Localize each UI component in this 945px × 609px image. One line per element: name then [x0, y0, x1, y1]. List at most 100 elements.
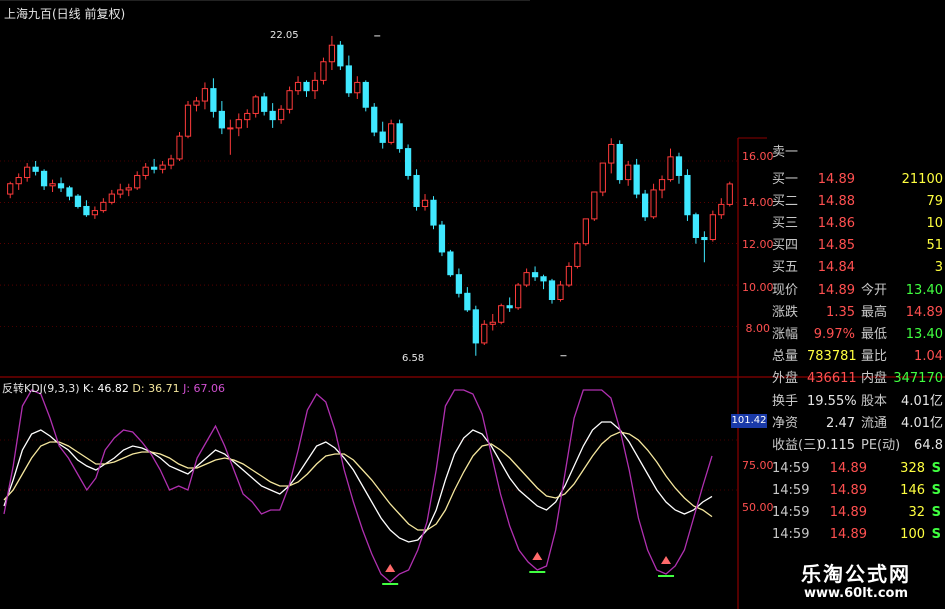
- tick-time: 14:59: [772, 483, 810, 498]
- buy-row[interactable]: 买五 14.84 3: [767, 257, 945, 279]
- fund-value: 19.55%: [807, 394, 857, 409]
- candle-body: [362, 81, 369, 108]
- stat-value: 1.35: [826, 305, 855, 320]
- candle-body: [489, 321, 496, 325]
- stat-label: 最高: [861, 305, 888, 320]
- candle-body: [184, 104, 192, 137]
- candle-body: [303, 81, 310, 92]
- candle-body: [159, 164, 166, 170]
- y-tick-12: 12.00: [742, 238, 774, 251]
- sell-one-row[interactable]: 卖一: [767, 142, 945, 164]
- candle-body: [235, 119, 242, 129]
- candle-body: [108, 193, 115, 203]
- stat-value: 14.89: [905, 305, 943, 320]
- stat-value: 13.40: [905, 327, 943, 342]
- stat-row: 涨跌 1.35 最高 14.89: [767, 302, 945, 324]
- candle-body: [599, 162, 606, 193]
- candle-body: [337, 44, 344, 67]
- tick-price: 14.89: [829, 461, 867, 476]
- candle-body: [472, 309, 479, 344]
- stat-value: 9.97%: [813, 327, 855, 342]
- buy-label: 买三: [772, 216, 799, 231]
- stat-label: 最低: [861, 327, 888, 342]
- candle-body: [201, 88, 209, 102]
- candle-body: [286, 90, 293, 110]
- candle-body: [447, 251, 454, 276]
- candle-body: [675, 156, 683, 176]
- fund-value: 0.115: [817, 438, 855, 453]
- candle-body: [294, 81, 302, 92]
- buy-row[interactable]: 买四 14.85 51: [767, 235, 945, 257]
- candle-body: [557, 284, 564, 301]
- fund-label: 流通: [861, 416, 888, 431]
- candle-body: [388, 123, 395, 143]
- tick-row[interactable]: 14:59 14.89 328 S: [767, 458, 945, 480]
- kdj-tick-50: 50.00: [742, 501, 774, 514]
- fund-row: 换手 19.55% 股本 4.01亿: [767, 391, 945, 413]
- candle-body: [125, 187, 132, 191]
- candlestick-series[interactable]: [7, 35, 733, 357]
- signal-markers: [382, 552, 675, 585]
- tick-flag: S: [931, 527, 941, 542]
- buy-row[interactable]: 买一 14.89 21100: [767, 169, 945, 191]
- tick-volume: 146: [900, 483, 925, 498]
- buy-arrow-icon: [532, 552, 543, 560]
- stat-row: 现价 14.89 今开 13.40: [767, 280, 945, 302]
- tick-row[interactable]: 14:59 14.89 32 S: [767, 502, 945, 524]
- candle-body: [455, 274, 463, 294]
- candle-body: [591, 191, 598, 220]
- candle-body: [15, 177, 22, 185]
- candle-body: [641, 193, 649, 218]
- buy-label: 买二: [772, 194, 799, 209]
- fund-value: 64.8: [914, 438, 943, 453]
- candle-body: [345, 65, 352, 94]
- stat-label: 总量: [772, 349, 799, 364]
- watermark-banner: 乐淘公式网 www.60lt.com: [767, 550, 945, 609]
- candle-body: [540, 276, 547, 282]
- tick-row[interactable]: 14:59 14.89 100 S: [767, 524, 945, 546]
- buy-price: 14.84: [817, 260, 855, 275]
- kdj-line-j: [3, 389, 713, 583]
- candle-body: [709, 214, 716, 241]
- buy-arrow-icon: [385, 564, 396, 572]
- candle-body: [684, 174, 691, 216]
- candle-body: [24, 166, 31, 179]
- y-tick-16: 16.00: [742, 150, 774, 163]
- y-tick-10: 10.00: [742, 281, 774, 294]
- tick-volume: 328: [900, 461, 925, 476]
- candle-body: [49, 183, 56, 187]
- tick-flag: S: [931, 505, 941, 520]
- candle-body: [74, 195, 82, 207]
- candle-body: [396, 123, 403, 150]
- watermark-title: 乐淘公式网: [801, 562, 911, 586]
- tick-row[interactable]: 14:59 14.89 146 S: [767, 480, 945, 502]
- candle-body: [515, 284, 522, 309]
- candle-body: [32, 166, 39, 172]
- indicator-name: 反转KDJ(9,3,3): [2, 382, 80, 395]
- tick-time: 14:59: [772, 505, 810, 520]
- y-tick-8: 8.00: [745, 322, 771, 335]
- candle-body: [193, 100, 200, 106]
- candle-body: [616, 143, 623, 181]
- buy-label: 买五: [772, 260, 799, 275]
- kdj-series[interactable]: [3, 389, 713, 583]
- candle-body: [430, 199, 437, 226]
- candle-body: [726, 183, 733, 205]
- high-annotation: 22.05: [270, 30, 299, 41]
- tick-time: 14:59: [772, 461, 810, 476]
- stat-row: 外盘 436611 内盘 347170: [767, 368, 945, 390]
- candle-body: [142, 166, 149, 176]
- stat-label: 量比: [861, 349, 888, 364]
- candle-body: [210, 88, 217, 112]
- fund-label: 净资: [772, 416, 799, 431]
- candle-body: [227, 127, 234, 130]
- stat-value: 14.89: [817, 283, 855, 298]
- candle-body: [531, 272, 539, 278]
- buy-volume: 51: [926, 238, 943, 253]
- stat-value: 436611: [807, 371, 857, 386]
- buy-row[interactable]: 买三 14.86 10: [767, 213, 945, 235]
- tick-volume: 32: [908, 505, 925, 520]
- chart-title: 上海九百(日线 前复权): [4, 7, 126, 21]
- candle-body: [277, 108, 285, 121]
- buy-row[interactable]: 买二 14.88 79: [767, 191, 945, 213]
